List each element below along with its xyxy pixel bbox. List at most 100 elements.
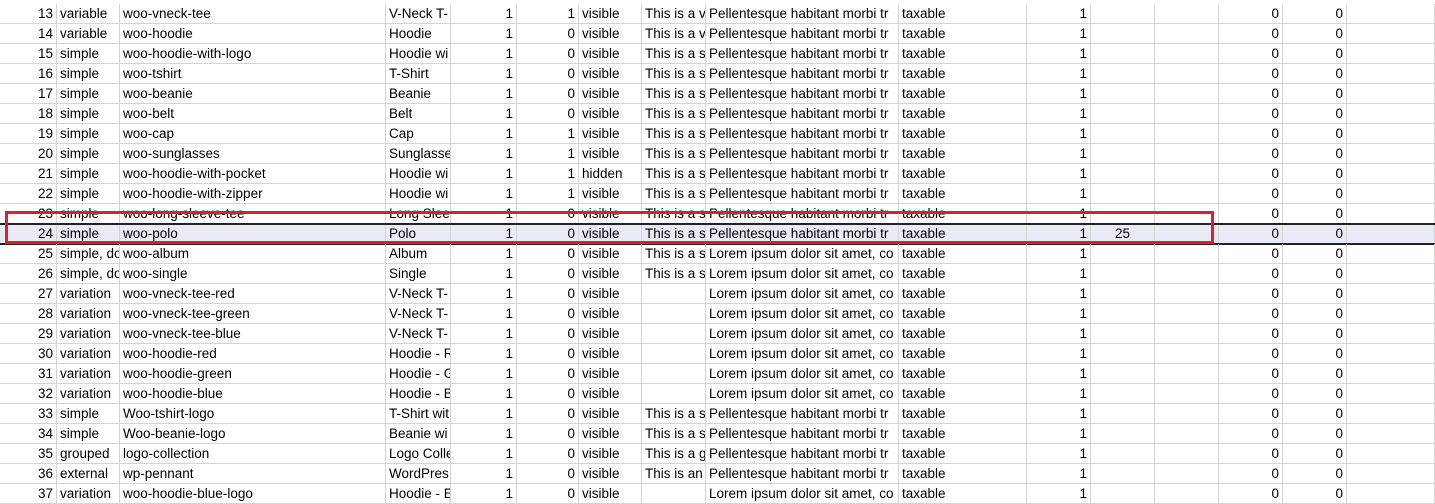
visibility-cell[interactable]: visible bbox=[579, 84, 642, 104]
value-cell[interactable]: 0 bbox=[1219, 44, 1283, 64]
empty-cell[interactable] bbox=[1155, 204, 1219, 224]
in-stock-cell[interactable]: 1 bbox=[1027, 364, 1091, 384]
published-cell[interactable]: 1 bbox=[451, 224, 517, 244]
table-row[interactable]: 15 simple woo-hoodie-with-logo Hoodie wi 1 0 v… bbox=[0, 44, 1435, 64]
row-id-cell[interactable]: 18 bbox=[0, 104, 57, 124]
description-cell[interactable]: Pellentesque habitant morbi tr bbox=[706, 204, 899, 224]
published-cell[interactable]: 1 bbox=[451, 444, 517, 464]
visibility-cell[interactable]: visible bbox=[579, 424, 642, 444]
type-cell[interactable]: simple bbox=[57, 124, 120, 144]
type-cell[interactable]: simple bbox=[57, 144, 120, 164]
name-cell[interactable]: Hoodie bbox=[386, 24, 451, 44]
name-cell[interactable]: Beanie wi bbox=[386, 424, 451, 444]
short-description-cell[interactable] bbox=[642, 284, 706, 304]
featured-cell[interactable]: 0 bbox=[517, 344, 579, 364]
empty-cell[interactable] bbox=[1155, 104, 1219, 124]
empty-cell[interactable] bbox=[1347, 84, 1435, 104]
name-cell[interactable]: Beanie bbox=[386, 84, 451, 104]
value-cell[interactable]: 0 bbox=[1219, 424, 1283, 444]
value-cell[interactable]: 0 bbox=[1283, 364, 1347, 384]
table-row[interactable]: 18 simple woo-belt Belt 1 0 visible This is a s… bbox=[0, 104, 1435, 124]
name-cell[interactable]: Hoodie wi bbox=[386, 44, 451, 64]
sku-cell[interactable]: Woo-tshirt-logo bbox=[120, 404, 386, 424]
featured-cell[interactable]: 0 bbox=[517, 204, 579, 224]
type-cell[interactable]: variation bbox=[57, 344, 120, 364]
sku-cell[interactable]: woo-vneck-tee-blue bbox=[120, 324, 386, 344]
stock-cell[interactable] bbox=[1091, 484, 1155, 504]
value-cell[interactable]: 0 bbox=[1283, 204, 1347, 224]
row-id-cell[interactable]: 26 bbox=[0, 264, 57, 284]
stock-cell[interactable] bbox=[1091, 324, 1155, 344]
row-id-cell[interactable]: 31 bbox=[0, 364, 57, 384]
short-description-cell[interactable] bbox=[642, 304, 706, 324]
value-cell[interactable]: 0 bbox=[1283, 484, 1347, 504]
type-cell[interactable]: simple bbox=[57, 84, 120, 104]
stock-cell[interactable] bbox=[1091, 104, 1155, 124]
short-description-cell[interactable]: This is a va bbox=[642, 4, 706, 24]
short-description-cell[interactable]: This is a si bbox=[642, 144, 706, 164]
visibility-cell[interactable]: visible bbox=[579, 244, 642, 264]
empty-cell[interactable] bbox=[1155, 344, 1219, 364]
visibility-cell[interactable]: visible bbox=[579, 104, 642, 124]
type-cell[interactable]: simple, do bbox=[57, 264, 120, 284]
type-cell[interactable]: simple bbox=[57, 104, 120, 124]
table-row[interactable]: 23 simple woo-long-sleeve-tee Long Slee 1 0 vi… bbox=[0, 204, 1435, 224]
published-cell[interactable]: 1 bbox=[451, 124, 517, 144]
empty-cell[interactable] bbox=[1155, 384, 1219, 404]
sku-cell[interactable]: woo-hoodie-green bbox=[120, 364, 386, 384]
name-cell[interactable]: V-Neck T- bbox=[386, 284, 451, 304]
in-stock-cell[interactable]: 1 bbox=[1027, 244, 1091, 264]
name-cell[interactable]: Hoodie - G bbox=[386, 364, 451, 384]
row-id-cell[interactable]: 28 bbox=[0, 304, 57, 324]
short-description-cell[interactable] bbox=[642, 364, 706, 384]
sku-cell[interactable]: woo-vneck-tee bbox=[120, 4, 386, 24]
tax-status-cell[interactable]: taxable bbox=[899, 4, 1027, 24]
short-description-cell[interactable] bbox=[642, 344, 706, 364]
empty-cell[interactable] bbox=[1155, 404, 1219, 424]
name-cell[interactable]: Hoodie - B bbox=[386, 384, 451, 404]
visibility-cell[interactable]: visible bbox=[579, 224, 642, 244]
name-cell[interactable]: Logo Colle bbox=[386, 444, 451, 464]
visibility-cell[interactable]: visible bbox=[579, 264, 642, 284]
short-description-cell[interactable]: This is a si bbox=[642, 84, 706, 104]
value-cell[interactable]: 0 bbox=[1219, 284, 1283, 304]
featured-cell[interactable]: 0 bbox=[517, 284, 579, 304]
stock-cell[interactable] bbox=[1091, 164, 1155, 184]
stock-cell[interactable] bbox=[1091, 64, 1155, 84]
empty-cell[interactable] bbox=[1347, 204, 1435, 224]
sku-cell[interactable]: woo-hoodie-red bbox=[120, 344, 386, 364]
sku-cell[interactable]: woo-belt bbox=[120, 104, 386, 124]
value-cell[interactable]: 0 bbox=[1283, 284, 1347, 304]
published-cell[interactable]: 1 bbox=[451, 184, 517, 204]
type-cell[interactable]: variation bbox=[57, 284, 120, 304]
published-cell[interactable]: 1 bbox=[451, 384, 517, 404]
short-description-cell[interactable]: This is a si bbox=[642, 64, 706, 84]
tax-status-cell[interactable]: taxable bbox=[899, 184, 1027, 204]
featured-cell[interactable]: 0 bbox=[517, 464, 579, 484]
in-stock-cell[interactable]: 1 bbox=[1027, 64, 1091, 84]
table-row[interactable]: 33 simple Woo-tshirt-logo T-Shirt wit 1 0 visi… bbox=[0, 404, 1435, 424]
name-cell[interactable]: Long Slee bbox=[386, 204, 451, 224]
type-cell[interactable]: simple bbox=[57, 64, 120, 84]
table-row[interactable]: 27 variation woo-vneck-tee-red V-Neck T- 1 0 v… bbox=[0, 284, 1435, 304]
description-cell[interactable]: Pellentesque habitant morbi tr bbox=[706, 224, 899, 244]
type-cell[interactable]: external bbox=[57, 464, 120, 484]
short-description-cell[interactable]: This is a si bbox=[642, 204, 706, 224]
row-id-cell[interactable]: 15 bbox=[0, 44, 57, 64]
name-cell[interactable]: Hoodie - R bbox=[386, 344, 451, 364]
value-cell[interactable]: 0 bbox=[1283, 104, 1347, 124]
name-cell[interactable]: Cap bbox=[386, 124, 451, 144]
empty-cell[interactable] bbox=[1155, 244, 1219, 264]
stock-cell[interactable] bbox=[1091, 424, 1155, 444]
visibility-cell[interactable]: visible bbox=[579, 484, 642, 504]
stock-cell[interactable] bbox=[1091, 144, 1155, 164]
tax-status-cell[interactable]: taxable bbox=[899, 264, 1027, 284]
sku-cell[interactable]: logo-collection bbox=[120, 444, 386, 464]
sku-cell[interactable]: woo-vneck-tee-red bbox=[120, 284, 386, 304]
empty-cell[interactable] bbox=[1347, 284, 1435, 304]
stock-cell[interactable] bbox=[1091, 84, 1155, 104]
value-cell[interactable]: 0 bbox=[1283, 64, 1347, 84]
in-stock-cell[interactable]: 1 bbox=[1027, 464, 1091, 484]
empty-cell[interactable] bbox=[1347, 404, 1435, 424]
value-cell[interactable]: 0 bbox=[1219, 104, 1283, 124]
